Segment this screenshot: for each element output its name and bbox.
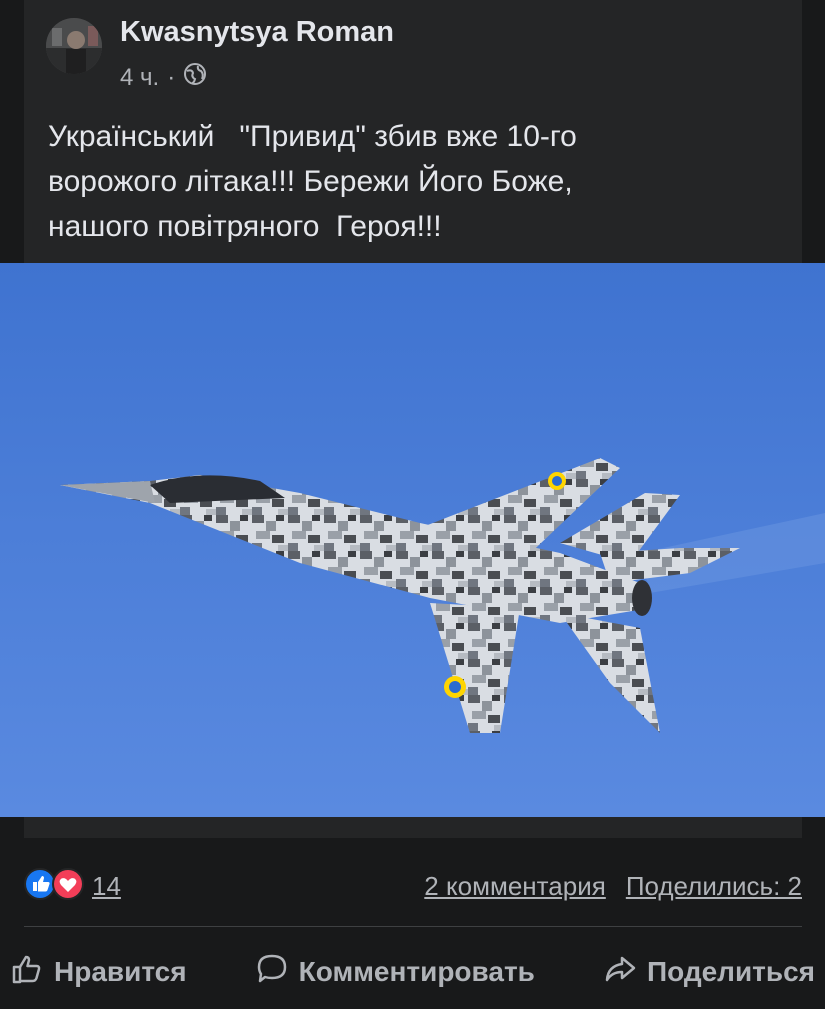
divider [24, 926, 802, 927]
post-photo[interactable] [0, 263, 825, 817]
reaction-count[interactable]: 14 [92, 871, 121, 902]
fighter-jet-photo [0, 263, 825, 817]
avatar-image [46, 18, 102, 74]
comment-bubble-icon [255, 952, 289, 993]
reaction-icons[interactable] [24, 867, 84, 905]
meta-separator: · [167, 63, 176, 91]
thumbs-up-icon [10, 952, 44, 993]
action-bar: Нравится Комментировать Поделиться [0, 944, 825, 1000]
author-name[interactable]: Kwasnytsya Roman [120, 16, 394, 49]
like-label: Нравится [54, 956, 187, 987]
post-text: Український "Привид" збив вже 10-го воро… [48, 120, 577, 243]
comment-button[interactable]: Комментировать [255, 952, 535, 993]
reactions-row: 14 2 комментария Поделились: 2 [24, 866, 802, 906]
comments-count-link[interactable]: 2 комментария [424, 871, 606, 902]
post-meta: 4 ч. · [120, 62, 207, 93]
shares-count-link[interactable]: Поделились: 2 [626, 871, 802, 902]
share-button[interactable]: Поделиться [603, 952, 815, 993]
share-arrow-icon [603, 952, 637, 993]
post-time[interactable]: 4 ч. [120, 64, 159, 92]
like-button[interactable]: Нравится [10, 952, 187, 993]
author-avatar[interactable] [46, 18, 102, 74]
comment-label: Комментировать [298, 956, 535, 987]
love-reaction-icon [52, 867, 84, 905]
share-label: Поделиться [646, 956, 815, 987]
globe-icon [183, 62, 207, 93]
